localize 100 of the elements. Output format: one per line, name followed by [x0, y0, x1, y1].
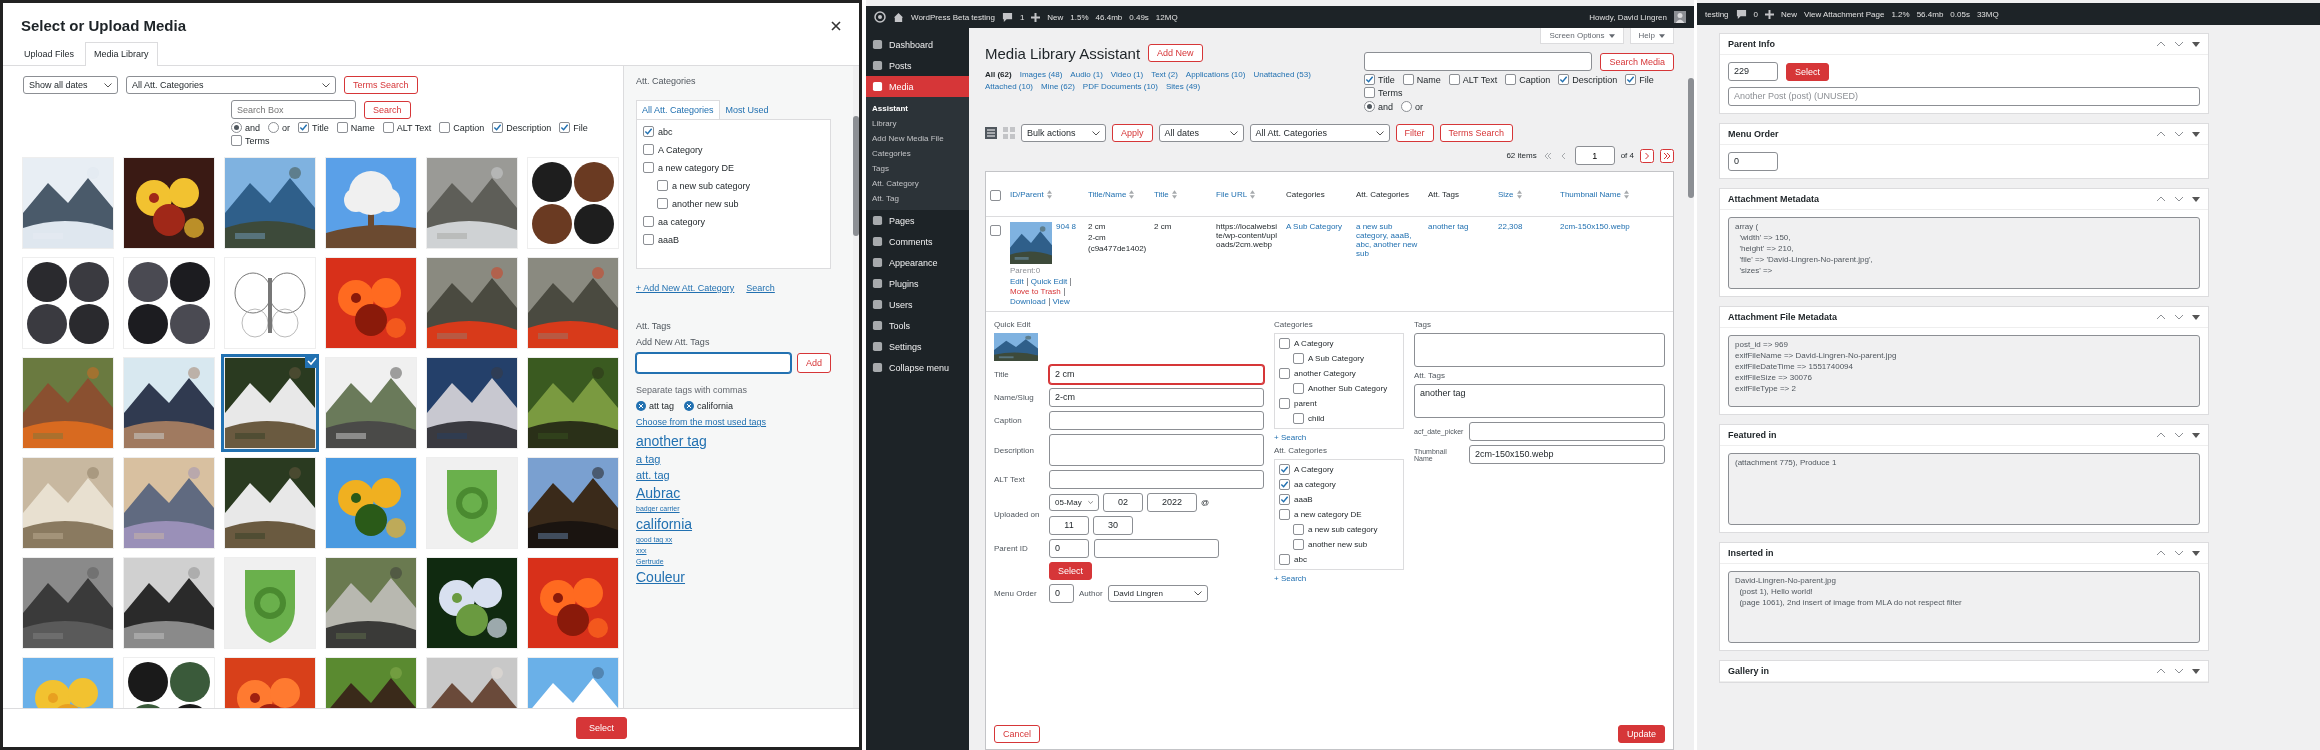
checkbox[interactable]	[1505, 74, 1517, 85]
menu-item[interactable]: Pages	[866, 210, 969, 231]
apply-button[interactable]: Apply	[1112, 124, 1153, 142]
category-link[interactable]: a new sub category, aaaB, abc, another new sub	[1356, 222, 1420, 258]
checkbox[interactable]	[1293, 383, 1304, 394]
most-used-tags-link[interactable]: Choose from the most used tags	[636, 417, 767, 427]
menu-item[interactable]: Settings	[866, 336, 969, 357]
checkbox[interactable]	[1279, 338, 1290, 349]
screen-options-tab[interactable]: Screen Options	[1540, 28, 1624, 44]
checkbox[interactable]	[1293, 413, 1304, 424]
row-action-link[interactable]: Quick Edit	[1030, 277, 1068, 286]
checkbox[interactable]	[1402, 74, 1414, 85]
checkbox[interactable]	[1293, 353, 1304, 364]
move-down-icon[interactable]	[2174, 432, 2184, 438]
select-button[interactable]: Select	[576, 717, 627, 739]
checkbox[interactable]	[643, 144, 654, 155]
column-header[interactable]: File URL	[1216, 189, 1248, 199]
submenu-item[interactable]: Assistant	[866, 101, 969, 116]
checkbox[interactable]	[657, 180, 668, 191]
checkbox[interactable]	[990, 225, 1001, 236]
plus-icon[interactable]	[1031, 12, 1041, 22]
parent-title-field[interactable]	[1094, 539, 1219, 558]
tag-link[interactable]: Couleur	[636, 569, 686, 585]
checkbox[interactable]	[492, 122, 504, 133]
checkbox[interactable]	[1364, 87, 1375, 98]
plus-icon[interactable]	[1765, 9, 1775, 19]
checkbox[interactable]	[1279, 368, 1290, 379]
tag-link[interactable]: a tag	[636, 453, 661, 465]
menu-item[interactable]: Appearance	[866, 252, 969, 273]
row-action-link[interactable]: Move to Trash	[1010, 287, 1061, 296]
search-media-button[interactable]: Search Media	[1600, 52, 1674, 71]
remove-icon[interactable]	[636, 401, 646, 411]
row-action-link[interactable]: Download	[1010, 297, 1046, 306]
bulk-actions-select[interactable]: Bulk actions	[1021, 124, 1106, 142]
filter-link[interactable]: Unattached (53)	[1253, 70, 1311, 79]
checkbox[interactable]	[336, 122, 348, 133]
text-field[interactable]	[1049, 411, 1264, 430]
checkbox[interactable]	[1625, 74, 1637, 85]
text-field[interactable]: 2 cm	[1049, 365, 1264, 384]
howdy-link[interactable]: Howdy, David Lingren	[1589, 12, 1667, 22]
add-category-link[interactable]: + Add New Att. Category	[636, 283, 735, 293]
new-link[interactable]: New	[1047, 12, 1064, 22]
column-header[interactable]: Title	[1154, 189, 1169, 199]
checkbox[interactable]	[1364, 74, 1375, 85]
move-down-icon[interactable]	[2174, 314, 2184, 320]
modal-tab[interactable]: Media Library	[85, 42, 158, 66]
column-header[interactable]: Title/Name	[1088, 189, 1127, 199]
new-link[interactable]: New	[1781, 9, 1798, 19]
menu-item[interactable]: Users	[866, 294, 969, 315]
filter-link[interactable]: Text (2)	[1151, 70, 1178, 79]
date-picker-field[interactable]	[1469, 422, 1665, 441]
toggle-icon[interactable]	[2192, 314, 2200, 320]
toggle-icon[interactable]	[2192, 196, 2200, 202]
comment-icon[interactable]	[1001, 11, 1013, 23]
comment-icon[interactable]	[1735, 8, 1747, 20]
author-select[interactable]: David Lingren	[1107, 585, 1208, 602]
tag-link[interactable]: california	[636, 516, 693, 532]
toggle-icon[interactable]	[2192, 131, 2200, 137]
checkbox[interactable]	[231, 135, 242, 146]
date-filter-select[interactable]: All dates	[1158, 124, 1244, 142]
checkbox[interactable]	[1279, 509, 1290, 520]
minute-field[interactable]: 30	[1093, 516, 1133, 535]
column-header[interactable]: ID/Parent	[1010, 189, 1044, 199]
move-up-icon[interactable]	[2156, 196, 2166, 202]
first-page-icon[interactable]	[1542, 150, 1553, 161]
checkbox[interactable]	[1279, 464, 1290, 475]
toggle-icon[interactable]	[2192, 432, 2200, 438]
category-link[interactable]: A Sub Category	[1286, 222, 1348, 231]
filter-link[interactable]: Sites (49)	[1165, 82, 1201, 91]
parent-id-field[interactable]: 0	[1049, 539, 1089, 558]
toggle-icon[interactable]	[2192, 550, 2200, 556]
checkbox[interactable]	[643, 234, 654, 245]
toggle-icon[interactable]	[2192, 668, 2200, 674]
move-down-icon[interactable]	[2174, 550, 2184, 556]
year-field[interactable]: 2022	[1147, 493, 1197, 512]
submenu-item[interactable]: Library	[866, 116, 969, 131]
filter-button[interactable]: Filter	[1395, 124, 1434, 142]
submenu-item[interactable]: Add New Media File	[866, 131, 969, 146]
checkbox[interactable]	[1448, 74, 1460, 85]
site-name-link[interactable]: testing	[1705, 9, 1729, 19]
tag-link[interactable]: Aubrac	[636, 485, 681, 501]
filter-link[interactable]: Video (1)	[1110, 70, 1144, 79]
checkbox[interactable]	[643, 126, 654, 137]
move-up-icon[interactable]	[2156, 314, 2166, 320]
last-page-icon[interactable]	[1660, 148, 1674, 163]
parent-id-field[interactable]: 229	[1728, 62, 1778, 81]
add-new-button[interactable]: Add New	[1148, 44, 1203, 62]
filter-link[interactable]: Audio (1)	[1070, 70, 1103, 79]
move-up-icon[interactable]	[2156, 432, 2166, 438]
filter-link[interactable]: Images (48)	[1019, 70, 1063, 79]
move-up-icon[interactable]	[2156, 41, 2166, 47]
submenu-item[interactable]: Categories	[866, 146, 969, 161]
filter-link[interactable]: All (62)	[985, 70, 1012, 79]
move-down-icon[interactable]	[2174, 131, 2184, 137]
menu-item[interactable]: Posts	[866, 55, 969, 76]
column-header[interactable]: Thumbnail Name	[1560, 189, 1621, 199]
modal-tab[interactable]: Upload Files	[15, 42, 84, 65]
search-button[interactable]: Search	[364, 100, 411, 119]
add-button[interactable]: Add	[797, 353, 831, 373]
tags-field[interactable]	[1414, 333, 1665, 367]
